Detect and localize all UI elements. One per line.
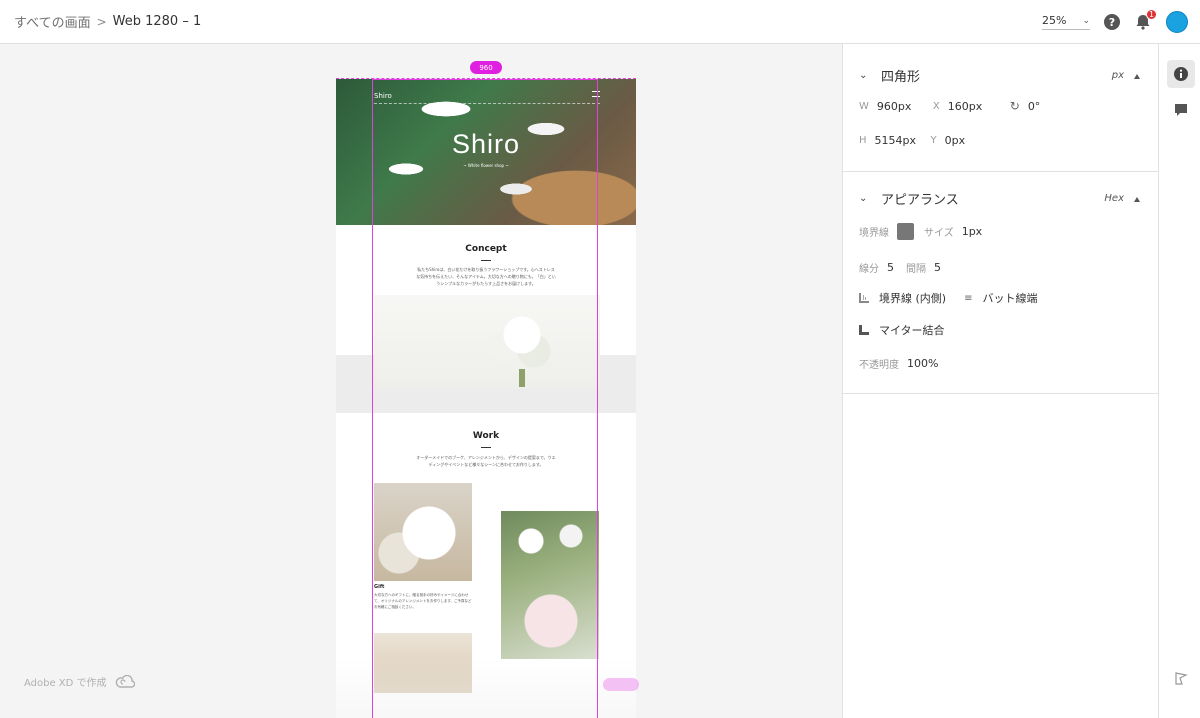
h-value: 5154px bbox=[874, 133, 917, 147]
chevron-down-icon: ⌄ bbox=[859, 192, 868, 204]
dash-row: 線分 5 間隔 5 bbox=[843, 250, 1158, 284]
border-size-value: 1px bbox=[961, 224, 983, 238]
dash-value: 5 bbox=[887, 260, 894, 274]
border-row: 境界線 サイズ 1px bbox=[843, 212, 1158, 250]
info-icon bbox=[1174, 67, 1188, 81]
height-badge bbox=[603, 678, 639, 691]
design-canvas[interactable]: Shiro Shiro ~ White flower shop ~ Concep… bbox=[0, 44, 842, 718]
chevron-down-icon: ⌄ bbox=[1082, 15, 1090, 26]
unit-toggle-icon[interactable] bbox=[1134, 74, 1140, 79]
opacity-row: 不透明度 100% bbox=[843, 348, 1158, 378]
join-row: マイター結合 bbox=[843, 312, 1158, 348]
breadcrumb-current-screen: Web 1280 – 1 bbox=[112, 14, 202, 29]
w-label: W bbox=[859, 100, 869, 112]
w-value: 960px bbox=[876, 99, 912, 113]
butt-cap-icon: ≡ bbox=[964, 292, 973, 304]
stroke-join: マイター結合 bbox=[879, 324, 945, 337]
right-rail bbox=[1158, 44, 1200, 718]
border-label: 境界線 bbox=[859, 227, 889, 239]
breadcrumb-all-screens[interactable]: すべての画面 bbox=[14, 12, 91, 31]
appearance-section: ⌄ アピアランス Hex 境界線 サイズ 1px 線分 5 間隔 5 境界線 (… bbox=[843, 172, 1158, 394]
rotation-icon: ↻ bbox=[1009, 99, 1020, 113]
x-value: 160px bbox=[947, 99, 983, 113]
rectangle-title: 四角形 bbox=[881, 69, 921, 85]
stroke-cap: バット線端 bbox=[982, 292, 1038, 305]
gap-value: 5 bbox=[934, 260, 941, 274]
appearance-header[interactable]: ⌄ アピアランス Hex bbox=[843, 184, 1158, 212]
feedback-button[interactable] bbox=[1167, 664, 1195, 692]
x-label: X bbox=[932, 100, 940, 112]
rotation-value: 0° bbox=[1027, 99, 1041, 113]
inspect-panel: ⌄ 四角形 px W 960px X 160px ↻ 0° H 5154px Y… bbox=[842, 44, 1158, 718]
zoom-dropdown[interactable]: 25% ⌄ bbox=[1042, 14, 1090, 30]
creative-cloud-icon bbox=[115, 674, 135, 688]
made-with-label: Adobe XD で作成 bbox=[24, 678, 107, 689]
gap-label: 間隔 bbox=[906, 263, 926, 275]
h-label: H bbox=[859, 134, 867, 146]
flag-icon bbox=[1175, 672, 1188, 685]
info-tab-button[interactable] bbox=[1167, 60, 1195, 88]
rectangle-section: ⌄ 四角形 px W 960px X 160px ↻ 0° H 5154px Y… bbox=[843, 44, 1158, 172]
notifications-button[interactable]: 1 bbox=[1134, 9, 1157, 31]
chevron-down-icon: ⌄ bbox=[859, 69, 868, 81]
help-icon[interactable]: ? bbox=[1104, 14, 1120, 30]
color-format-label[interactable]: Hex bbox=[1104, 193, 1124, 204]
notification-badge: 1 bbox=[1146, 9, 1157, 20]
size-row-2: H 5154px Y 0px bbox=[843, 123, 1158, 157]
breadcrumb: すべての画面 > Web 1280 – 1 bbox=[0, 12, 201, 31]
border-color-swatch[interactable] bbox=[897, 222, 914, 240]
miter-join-icon bbox=[859, 325, 869, 335]
header-controls: 25% ⌄ ? 1 bbox=[1042, 0, 1200, 44]
zoom-value: 25% bbox=[1042, 14, 1067, 27]
comment-icon bbox=[1175, 104, 1187, 116]
dash-label: 線分 bbox=[859, 263, 879, 275]
color-format-toggle-icon[interactable] bbox=[1134, 197, 1140, 202]
unit-label[interactable]: px bbox=[1112, 70, 1124, 81]
y-value: 0px bbox=[944, 133, 966, 147]
made-with-xd: Adobe XD で作成 bbox=[24, 674, 135, 689]
opacity-value: 100% bbox=[907, 356, 939, 370]
width-badge: 960 bbox=[470, 61, 502, 74]
opacity-label: 不透明度 bbox=[859, 359, 899, 371]
rectangle-header[interactable]: ⌄ 四角形 px bbox=[843, 61, 1158, 89]
breadcrumb-separator: > bbox=[96, 14, 107, 29]
stroke-inside-icon bbox=[859, 293, 869, 303]
comment-tab-button[interactable] bbox=[1167, 96, 1195, 124]
stroke-style-row: 境界線 (内側) ≡ バット線端 bbox=[843, 284, 1158, 312]
size-row-1: W 960px X 160px ↻ 0° bbox=[843, 89, 1158, 123]
stroke-position: 境界線 (内側) bbox=[879, 292, 947, 305]
avatar[interactable] bbox=[1166, 11, 1188, 33]
y-label: Y bbox=[930, 134, 937, 146]
border-size-label: サイズ bbox=[924, 227, 954, 239]
selection-rectangle[interactable] bbox=[372, 79, 598, 718]
appearance-title: アピアランス bbox=[881, 192, 959, 208]
top-header: すべての画面 > Web 1280 – 1 25% ⌄ ? 1 bbox=[0, 0, 1200, 44]
